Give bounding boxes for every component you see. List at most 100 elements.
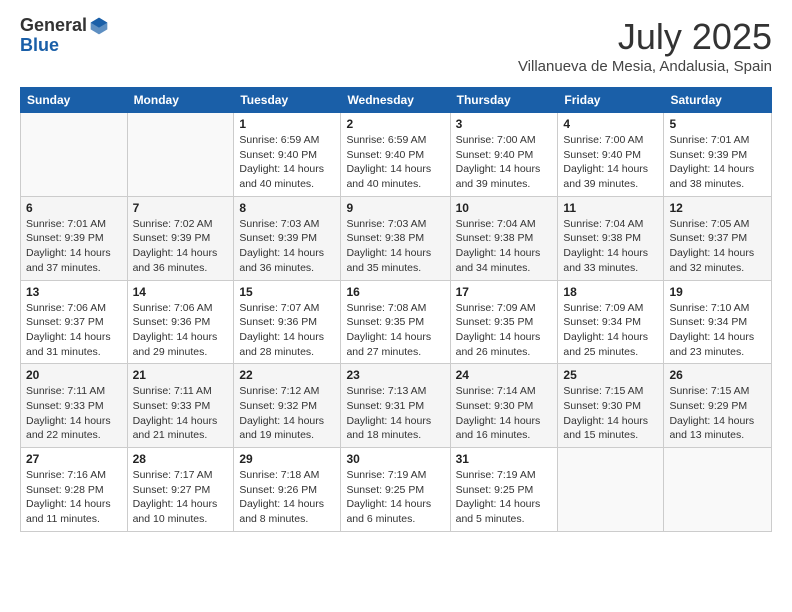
col-tuesday: Tuesday <box>234 88 341 113</box>
day-number: 13 <box>26 285 122 299</box>
col-wednesday: Wednesday <box>341 88 450 113</box>
calendar-cell: 27 Sunrise: 7:16 AMSunset: 9:28 PMDaylig… <box>21 448 128 532</box>
day-detail: Sunrise: 7:11 AMSunset: 9:33 PMDaylight:… <box>133 384 229 443</box>
calendar-header-row: Sunday Monday Tuesday Wednesday Thursday… <box>21 88 772 113</box>
day-detail: Sunrise: 7:10 AMSunset: 9:34 PMDaylight:… <box>669 301 766 360</box>
calendar-cell: 29 Sunrise: 7:18 AMSunset: 9:26 PMDaylig… <box>234 448 341 532</box>
day-detail: Sunrise: 7:04 AMSunset: 9:38 PMDaylight:… <box>563 217 658 276</box>
day-detail: Sunrise: 7:00 AMSunset: 9:40 PMDaylight:… <box>563 133 658 192</box>
calendar-cell: 14 Sunrise: 7:06 AMSunset: 9:36 PMDaylig… <box>127 280 234 364</box>
week-row-3: 13 Sunrise: 7:06 AMSunset: 9:37 PMDaylig… <box>21 280 772 364</box>
day-detail: Sunrise: 7:06 AMSunset: 9:37 PMDaylight:… <box>26 301 122 360</box>
day-number: 3 <box>456 117 553 131</box>
calendar-cell: 19 Sunrise: 7:10 AMSunset: 9:34 PMDaylig… <box>664 280 772 364</box>
calendar-cell: 10 Sunrise: 7:04 AMSunset: 9:38 PMDaylig… <box>450 196 558 280</box>
calendar-cell: 3 Sunrise: 7:00 AMSunset: 9:40 PMDayligh… <box>450 113 558 197</box>
day-number: 23 <box>346 368 444 382</box>
day-number: 1 <box>239 117 335 131</box>
col-friday: Friday <box>558 88 664 113</box>
page: General Blue July 2025 Villanueva de Mes… <box>0 0 792 548</box>
calendar-cell <box>558 448 664 532</box>
location-subtitle: Villanueva de Mesia, Andalusia, Spain <box>518 58 772 75</box>
day-number: 24 <box>456 368 553 382</box>
calendar-cell: 30 Sunrise: 7:19 AMSunset: 9:25 PMDaylig… <box>341 448 450 532</box>
calendar-cell: 13 Sunrise: 7:06 AMSunset: 9:37 PMDaylig… <box>21 280 128 364</box>
day-number: 14 <box>133 285 229 299</box>
calendar-cell: 12 Sunrise: 7:05 AMSunset: 9:37 PMDaylig… <box>664 196 772 280</box>
day-number: 26 <box>669 368 766 382</box>
calendar-cell: 28 Sunrise: 7:17 AMSunset: 9:27 PMDaylig… <box>127 448 234 532</box>
calendar-cell: 31 Sunrise: 7:19 AMSunset: 9:25 PMDaylig… <box>450 448 558 532</box>
day-number: 6 <box>26 201 122 215</box>
calendar-cell: 16 Sunrise: 7:08 AMSunset: 9:35 PMDaylig… <box>341 280 450 364</box>
day-detail: Sunrise: 7:03 AMSunset: 9:38 PMDaylight:… <box>346 217 444 276</box>
day-number: 15 <box>239 285 335 299</box>
day-number: 8 <box>239 201 335 215</box>
day-detail: Sunrise: 7:05 AMSunset: 9:37 PMDaylight:… <box>669 217 766 276</box>
day-number: 10 <box>456 201 553 215</box>
day-number: 16 <box>346 285 444 299</box>
calendar-cell: 26 Sunrise: 7:15 AMSunset: 9:29 PMDaylig… <box>664 364 772 448</box>
week-row-1: 1 Sunrise: 6:59 AMSunset: 9:40 PMDayligh… <box>21 113 772 197</box>
calendar-cell: 2 Sunrise: 6:59 AMSunset: 9:40 PMDayligh… <box>341 113 450 197</box>
day-detail: Sunrise: 7:00 AMSunset: 9:40 PMDaylight:… <box>456 133 553 192</box>
calendar-cell: 9 Sunrise: 7:03 AMSunset: 9:38 PMDayligh… <box>341 196 450 280</box>
col-thursday: Thursday <box>450 88 558 113</box>
day-detail: Sunrise: 7:04 AMSunset: 9:38 PMDaylight:… <box>456 217 553 276</box>
day-number: 5 <box>669 117 766 131</box>
day-number: 21 <box>133 368 229 382</box>
day-number: 25 <box>563 368 658 382</box>
day-number: 2 <box>346 117 444 131</box>
calendar-cell <box>664 448 772 532</box>
day-detail: Sunrise: 7:15 AMSunset: 9:30 PMDaylight:… <box>563 384 658 443</box>
day-detail: Sunrise: 7:16 AMSunset: 9:28 PMDaylight:… <box>26 468 122 527</box>
day-number: 30 <box>346 452 444 466</box>
day-detail: Sunrise: 7:19 AMSunset: 9:25 PMDaylight:… <box>346 468 444 527</box>
day-number: 18 <box>563 285 658 299</box>
logo-blue-text: Blue <box>20 35 59 55</box>
day-detail: Sunrise: 7:17 AMSunset: 9:27 PMDaylight:… <box>133 468 229 527</box>
day-number: 7 <box>133 201 229 215</box>
day-number: 29 <box>239 452 335 466</box>
day-detail: Sunrise: 7:01 AMSunset: 9:39 PMDaylight:… <box>26 217 122 276</box>
calendar-cell: 11 Sunrise: 7:04 AMSunset: 9:38 PMDaylig… <box>558 196 664 280</box>
day-number: 27 <box>26 452 122 466</box>
calendar-cell: 22 Sunrise: 7:12 AMSunset: 9:32 PMDaylig… <box>234 364 341 448</box>
day-detail: Sunrise: 7:09 AMSunset: 9:35 PMDaylight:… <box>456 301 553 360</box>
col-saturday: Saturday <box>664 88 772 113</box>
day-detail: Sunrise: 7:12 AMSunset: 9:32 PMDaylight:… <box>239 384 335 443</box>
logo-icon <box>89 16 109 36</box>
calendar-cell: 1 Sunrise: 6:59 AMSunset: 9:40 PMDayligh… <box>234 113 341 197</box>
month-title: July 2025 <box>518 16 772 58</box>
calendar-cell: 17 Sunrise: 7:09 AMSunset: 9:35 PMDaylig… <box>450 280 558 364</box>
day-detail: Sunrise: 7:14 AMSunset: 9:30 PMDaylight:… <box>456 384 553 443</box>
col-sunday: Sunday <box>21 88 128 113</box>
day-detail: Sunrise: 7:07 AMSunset: 9:36 PMDaylight:… <box>239 301 335 360</box>
day-detail: Sunrise: 7:01 AMSunset: 9:39 PMDaylight:… <box>669 133 766 192</box>
day-detail: Sunrise: 7:09 AMSunset: 9:34 PMDaylight:… <box>563 301 658 360</box>
calendar-cell <box>21 113 128 197</box>
day-number: 17 <box>456 285 553 299</box>
day-detail: Sunrise: 6:59 AMSunset: 9:40 PMDaylight:… <box>346 133 444 192</box>
calendar-cell: 24 Sunrise: 7:14 AMSunset: 9:30 PMDaylig… <box>450 364 558 448</box>
day-number: 11 <box>563 201 658 215</box>
week-row-4: 20 Sunrise: 7:11 AMSunset: 9:33 PMDaylig… <box>21 364 772 448</box>
calendar-table: Sunday Monday Tuesday Wednesday Thursday… <box>20 87 772 532</box>
day-number: 9 <box>346 201 444 215</box>
calendar-cell <box>127 113 234 197</box>
week-row-5: 27 Sunrise: 7:16 AMSunset: 9:28 PMDaylig… <box>21 448 772 532</box>
calendar-cell: 5 Sunrise: 7:01 AMSunset: 9:39 PMDayligh… <box>664 113 772 197</box>
day-detail: Sunrise: 7:15 AMSunset: 9:29 PMDaylight:… <box>669 384 766 443</box>
day-detail: Sunrise: 7:03 AMSunset: 9:39 PMDaylight:… <box>239 217 335 276</box>
logo: General Blue <box>20 16 109 56</box>
calendar-cell: 21 Sunrise: 7:11 AMSunset: 9:33 PMDaylig… <box>127 364 234 448</box>
day-number: 28 <box>133 452 229 466</box>
calendar-cell: 15 Sunrise: 7:07 AMSunset: 9:36 PMDaylig… <box>234 280 341 364</box>
day-number: 19 <box>669 285 766 299</box>
calendar-cell: 18 Sunrise: 7:09 AMSunset: 9:34 PMDaylig… <box>558 280 664 364</box>
day-number: 31 <box>456 452 553 466</box>
calendar-cell: 23 Sunrise: 7:13 AMSunset: 9:31 PMDaylig… <box>341 364 450 448</box>
day-detail: Sunrise: 7:13 AMSunset: 9:31 PMDaylight:… <box>346 384 444 443</box>
day-detail: Sunrise: 7:06 AMSunset: 9:36 PMDaylight:… <box>133 301 229 360</box>
day-detail: Sunrise: 7:11 AMSunset: 9:33 PMDaylight:… <box>26 384 122 443</box>
